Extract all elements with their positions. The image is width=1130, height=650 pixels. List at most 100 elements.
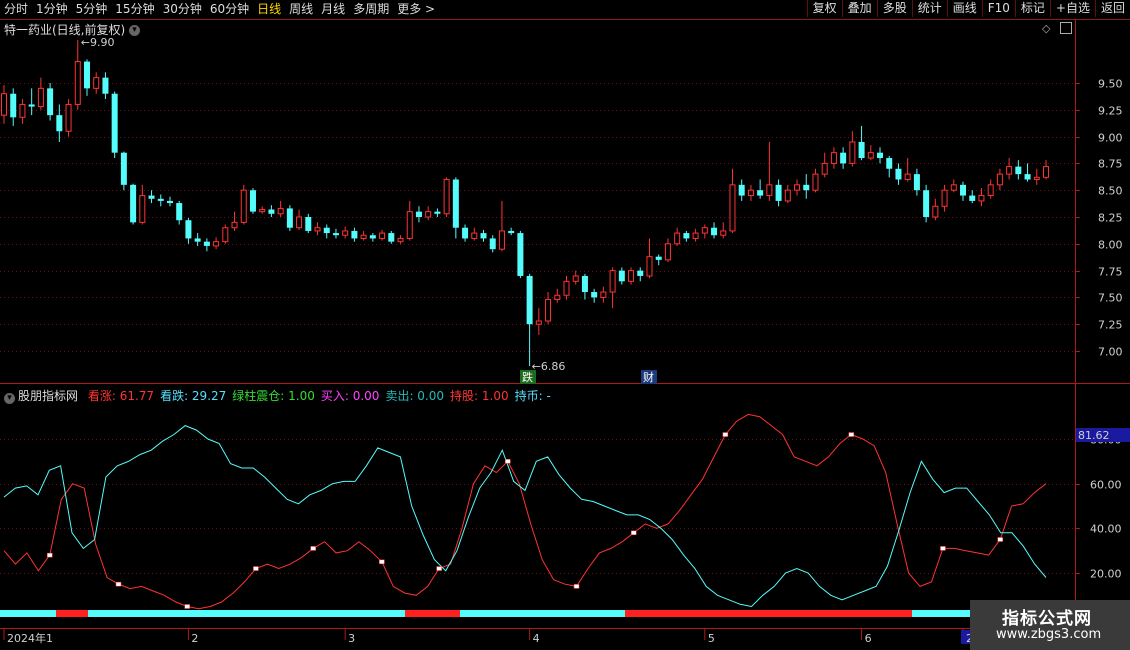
candle-body [840, 152, 847, 164]
maximize-icon[interactable] [1060, 22, 1072, 34]
stock-title-text: 特一药业(日线,前复权) [4, 23, 126, 37]
candle-body [462, 227, 469, 239]
candle-body [720, 230, 727, 236]
candle-body [867, 152, 874, 159]
candle-body [83, 61, 90, 89]
watermark-url: www.zbgs3.com [996, 627, 1102, 642]
candle-body [1, 93, 7, 116]
time-axis-label: 5 [708, 632, 715, 645]
finance-tag: 财 [643, 370, 654, 384]
price-axis-label: 9.50 [1098, 78, 1123, 91]
candle-body [923, 190, 930, 217]
candle-body [268, 209, 275, 214]
dropdown-icon[interactable]: ▾ [129, 25, 141, 36]
candle-body [609, 270, 616, 293]
candle-body [886, 158, 893, 169]
indicator-axis-label: 40.00 [1090, 523, 1122, 536]
candle-body [812, 173, 819, 191]
holding-bar-segment [56, 610, 88, 617]
signal-marker [115, 581, 122, 587]
fall-tag: 跌 [522, 370, 533, 384]
candle-body [674, 232, 681, 245]
holding-bar-segment [625, 610, 912, 617]
candle-body [74, 61, 81, 105]
candle-body [406, 211, 413, 239]
price-axis-label: 9.00 [1098, 132, 1123, 145]
price-axis-label: 7.25 [1098, 319, 1123, 332]
kline-chart[interactable]: 9.50 9.25 9.00 8.75 8.50 8.25 8.00 7.75 7.50 7.25… [0, 0, 1130, 650]
signal-marker [184, 604, 190, 609]
signal-marker [573, 584, 580, 589]
price-axis-label: 7.00 [1098, 346, 1123, 359]
candle-body [517, 233, 524, 276]
signal-marker [848, 432, 855, 437]
candle-body [332, 233, 339, 236]
dropdown-icon[interactable]: ▾ [4, 393, 15, 404]
candle-body [434, 211, 441, 214]
time-axis-label: 4 [533, 632, 540, 645]
candle-body [858, 141, 865, 159]
candle-body [895, 168, 902, 180]
candle-body [176, 203, 183, 221]
candle-body [932, 205, 939, 218]
candle-body [130, 184, 137, 223]
candle-body [93, 77, 100, 89]
price-axis-label: 8.75 [1098, 158, 1123, 171]
indicator-field-4: 卖出: 0.00 [385, 389, 445, 403]
signal-marker [940, 546, 946, 551]
candle-body [784, 189, 791, 202]
candle-body [231, 221, 238, 229]
candle-body [480, 233, 487, 239]
candle-body [526, 275, 533, 325]
low-price-marker: ←6.86 [532, 360, 566, 373]
candle-body [830, 152, 837, 164]
indicator-axis-label: 60.00 [1090, 479, 1122, 492]
candle-body [157, 198, 164, 201]
candle-body [711, 227, 718, 236]
candle-body [452, 179, 459, 228]
candle-body [28, 104, 35, 107]
candle-body [37, 87, 44, 108]
candle-body [738, 184, 745, 196]
signal-marker [47, 552, 53, 558]
signal-marker [722, 432, 729, 437]
candle-body [259, 208, 266, 213]
price-axis-label: 7.75 [1098, 266, 1123, 279]
signal-marker [997, 537, 1003, 542]
candle-body [351, 230, 358, 239]
candle-body [849, 141, 856, 164]
candle-body [1015, 166, 1022, 175]
candle-body [148, 195, 155, 199]
candle-body [296, 216, 303, 229]
candle-body [10, 93, 17, 118]
candle-body [471, 232, 478, 239]
candle-body [554, 294, 561, 301]
indicator-field-2: 绿柱震仓: 1.00 [232, 389, 315, 403]
signal-marker [631, 530, 637, 536]
diamond-icon[interactable]: ◇ [1042, 22, 1050, 35]
indicator-series-line-1 [3, 425, 1047, 608]
candle-body [978, 195, 985, 202]
candle-body [314, 227, 321, 232]
indicator-title[interactable]: ▾ 股朋指标网 看涨: 61.77 看跌: 29.27 绿柱震仓: 1.00 买入: 0… [4, 387, 557, 404]
candle-body [913, 174, 920, 191]
candle-body [305, 217, 312, 231]
watermark-title: 指标公式网 [1002, 609, 1092, 629]
candle-body [1006, 166, 1013, 175]
candle-body [1024, 174, 1031, 180]
candle-body [545, 299, 552, 322]
price-axis-label: 8.50 [1098, 185, 1123, 198]
candle-body [692, 232, 699, 239]
candle-body [249, 190, 256, 212]
price-axis-label: 9.25 [1098, 105, 1123, 118]
candle-body [729, 184, 736, 232]
candle-body [600, 291, 607, 298]
candle-body [794, 184, 801, 191]
stock-title[interactable]: 特一药业(日线,前复权) ▾ [4, 21, 141, 38]
candle-body [664, 243, 671, 261]
price-axis-label: 8.25 [1098, 212, 1123, 225]
candle-body [987, 184, 994, 197]
candle-body [286, 208, 293, 228]
candle-body [489, 238, 496, 250]
candle-body [213, 241, 220, 247]
